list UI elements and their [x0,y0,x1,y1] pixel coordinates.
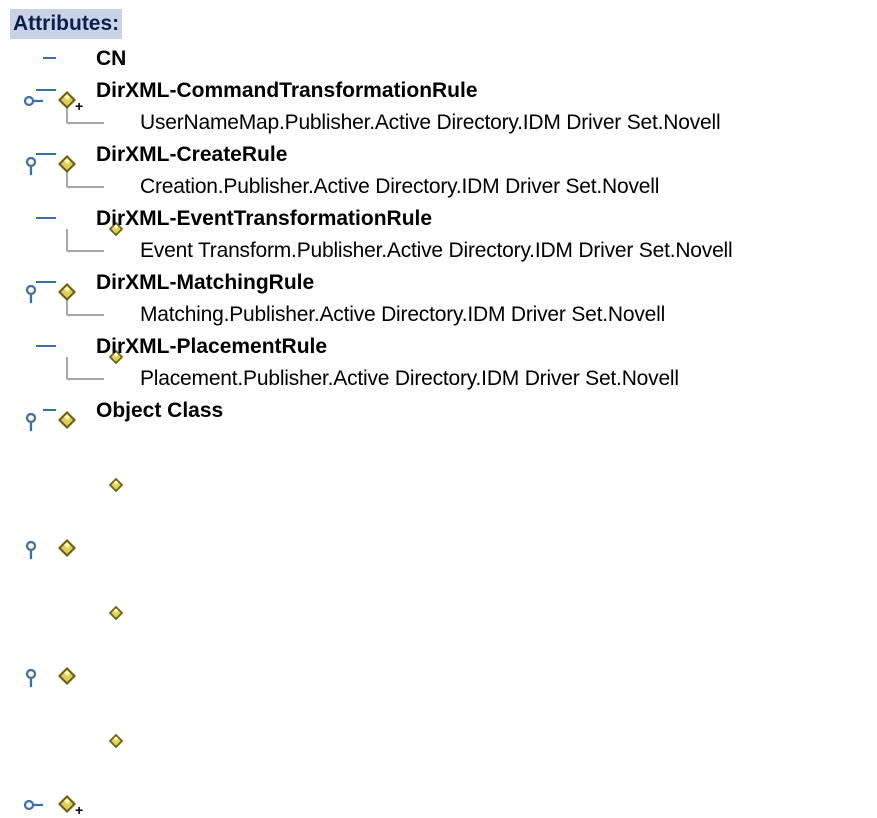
attribute-value: UserNameMap.Publisher.Active Directory.I… [140,111,721,134]
attribute-value: Placement.Publisher.Active Directory.IDM… [140,367,679,390]
tree-row-value[interactable]: UserNameMap.Publisher.Active Directory.I… [0,107,877,237]
value-gem-icon [108,733,124,749]
attribute-gem-icon [58,795,76,813]
attribute-value: Event Transform.Publisher.Active Directo… [140,239,733,262]
attribute-name: DirXML-PlacementRule [96,335,328,358]
attribute-name: CN [96,47,127,70]
tree-row-attribute[interactable]: DirXML-PlacementRule [0,331,877,687]
attributes-tree: Attributes: + CN DirXML-CommandTransformat… [0,0,877,817]
tree-row-attribute[interactable]: + CN [0,43,877,113]
collapse-handle-icon[interactable] [22,666,44,688]
attribute-gem-icon [58,539,76,557]
attribute-value: Matching.Publisher.Active Directory.IDM … [140,303,666,326]
tree-row-attribute[interactable]: DirXML-CreateRule [0,139,877,303]
value-gem-icon [108,605,124,621]
attribute-value: Creation.Publisher.Active Directory.IDM … [140,175,660,198]
tree-row-attribute[interactable]: DirXML-EventTransformationRule [0,203,877,431]
attribute-name: DirXML-EventTransformationRule [96,207,433,230]
tree-row-value[interactable]: Creation.Publisher.Active Directory.IDM … [0,171,877,365]
tree-row-attribute[interactable]: DirXML-MatchingRule [0,267,877,559]
tree-row-value[interactable]: Event Transform.Publisher.Active Directo… [0,235,877,493]
multi-value-plus-icon: + [75,802,84,818]
attribute-name: Object Class [96,399,224,422]
attribute-name: DirXML-MatchingRule [96,271,315,294]
attribute-name: DirXML-CommandTransformationRule [96,79,478,102]
collapse-handle-icon[interactable] [22,538,44,560]
tree-row-attribute[interactable]: DirXML-CommandTransformationRule [0,75,877,175]
tree-row-value[interactable]: Matching.Publisher.Active Directory.IDM … [0,299,877,621]
tree-row-value[interactable]: Placement.Publisher.Active Directory.IDM… [0,363,877,749]
attribute-name: DirXML-CreateRule [96,143,288,166]
value-gem-icon [108,477,124,493]
tree-row-attribute[interactable]: + Object Class [0,395,877,817]
attribute-gem-icon [58,667,76,685]
expand-handle-icon[interactable] [22,794,44,816]
